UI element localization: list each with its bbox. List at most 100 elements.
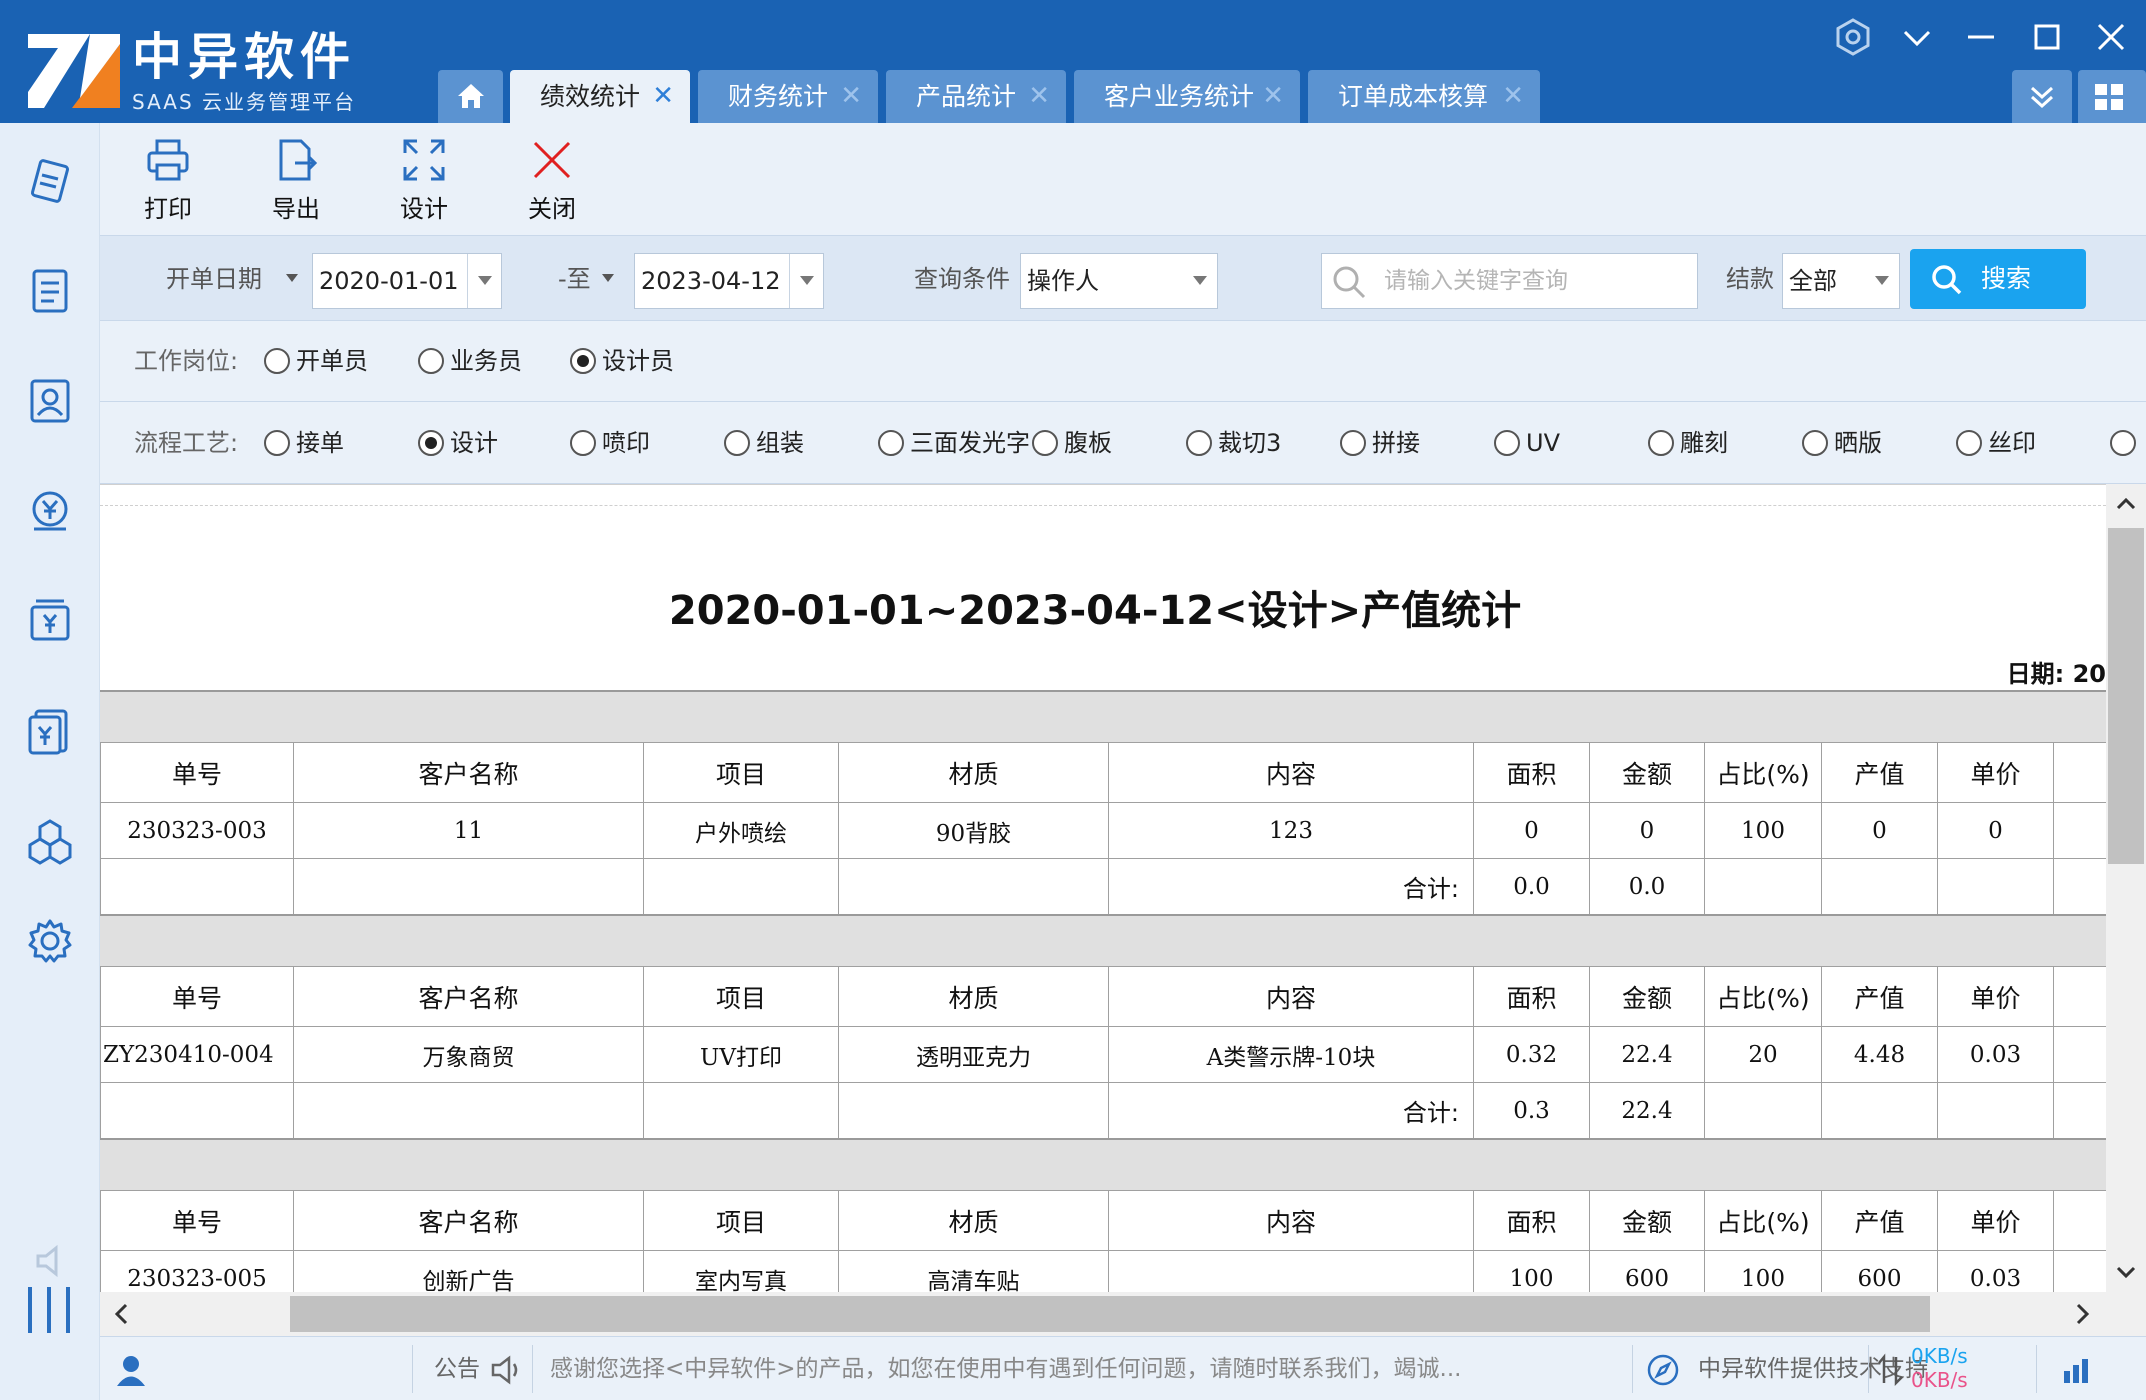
bar-stats-icon[interactable] <box>2060 1355 2094 1385</box>
horizontal-scroll-thumb[interactable] <box>290 1296 1930 1332</box>
speaker-muted-icon[interactable] <box>32 1243 72 1279</box>
tab-close-icon[interactable]: ✕ <box>1262 70 1284 123</box>
close-x-icon <box>533 141 571 179</box>
scroll-left-arrow-icon[interactable] <box>100 1292 144 1336</box>
settle-select[interactable]: 全部 <box>1782 253 1900 309</box>
product-cubes-icon[interactable] <box>24 815 76 867</box>
position-label: 工作岗位: <box>134 347 239 375</box>
list-document-icon[interactable] <box>24 265 76 317</box>
maximize-icon[interactable] <box>2024 14 2070 60</box>
scroll-up-arrow-icon[interactable] <box>2106 484 2146 524</box>
tab-close-icon[interactable]: ✕ <box>1502 70 1524 123</box>
table-row: 230323-003 11 户外喷绘 90背胶 123 0 0 100 0 0 <box>100 802 2106 859</box>
user-avatar-icon[interactable] <box>114 1353 148 1387</box>
group-band <box>100 914 2106 966</box>
horizontal-scrollbar[interactable] <box>100 1292 2146 1336</box>
report-page: 2020-01-01~2023-04-12<设计>产值统计 日期: 20 单号 … <box>100 505 2106 1292</box>
search-icon <box>1932 265 1962 295</box>
tab-label: 产品统计 <box>916 82 1017 111</box>
app-logo: 中异软件 SAAS 云业务管理平台 <box>28 28 398 114</box>
settle-dropdown-icon[interactable] <box>1865 254 1899 308</box>
printer-icon <box>147 139 189 181</box>
table-sum-row: 合计: 0.3 22.4 <box>100 1082 2106 1139</box>
tab-finance-stats[interactable]: 财务统计 ✕ <box>698 70 878 123</box>
export-button[interactable]: 导出 <box>246 137 346 233</box>
search-button[interactable]: 搜索 <box>1910 249 2086 309</box>
report-table-group-1: 单号 客户名称 项目 材质 内容 面积 金额 占比(%) 产值 单价 23032… <box>100 742 2106 915</box>
tab-product-stats[interactable]: 产品统计 ✕ <box>886 70 1066 123</box>
speaker-icon <box>491 1355 518 1385</box>
settings-hex-icon[interactable] <box>1830 14 1876 60</box>
tab-close-icon[interactable]: ✕ <box>652 70 674 123</box>
logo-mark-icon <box>28 34 120 108</box>
close-button[interactable]: 关闭 <box>502 137 602 233</box>
date-to-input[interactable]: 2023-04-12 <box>634 253 824 309</box>
search-input[interactable] <box>1384 254 1684 308</box>
grid-view-button[interactable] <box>2078 70 2146 123</box>
tab-customer-stats[interactable]: 客户业务统计 ✕ <box>1074 70 1300 123</box>
app-name: 中异软件 <box>132 28 356 86</box>
table-header-row: 单号 客户名称 项目 材质 内容 面积 金额 占比(%) 产值 单价 <box>100 1190 2106 1251</box>
network-transfer-icon <box>1878 1353 1903 1387</box>
cash-box-icon[interactable] <box>24 595 76 647</box>
to-label: -至 <box>558 265 591 293</box>
export-file-icon <box>279 139 318 181</box>
tab-order-cost[interactable]: 订单成本核算 ✕ <box>1308 70 1540 123</box>
tab-close-icon[interactable]: ✕ <box>840 70 862 123</box>
search-field[interactable] <box>1321 253 1698 309</box>
order-document-icon[interactable] <box>24 155 76 207</box>
expand-arrows-icon <box>403 139 445 181</box>
tab-performance-stats[interactable]: 绩效统计 ✕ <box>510 70 690 123</box>
home-tab[interactable] <box>438 70 503 123</box>
filter-bar: 开单日期 2020-01-01 -至 2023-04-12 查询条件 操作人 结… <box>100 235 2146 321</box>
menu-bars-icon[interactable] <box>24 1285 74 1335</box>
close-window-icon[interactable] <box>2088 14 2134 60</box>
dropdown-chevron-icon[interactable] <box>1894 14 1940 60</box>
group-band <box>100 1138 2106 1190</box>
net-upload-speed: 0KB/s <box>1911 1344 1968 1368</box>
finance-yuan-icon[interactable] <box>24 485 76 537</box>
tab-close-icon[interactable]: ✕ <box>1028 70 1050 123</box>
date-from-input[interactable]: 2020-01-01 <box>312 253 502 309</box>
grid-icon <box>2095 84 2123 110</box>
table-header-row: 单号 客户名称 项目 材质 内容 面积 金额 占比(%) 产值 单价 <box>100 966 2106 1027</box>
tab-label: 绩效统计 <box>540 82 641 111</box>
vertical-scrollbar[interactable] <box>2106 484 2146 1292</box>
table-sum-row: 合计: 0.0 0.0 <box>100 858 2106 915</box>
settle-label: 结款 <box>1726 265 1774 293</box>
print-button[interactable]: 打印 <box>118 137 218 233</box>
date-from-dropdown-icon[interactable] <box>467 254 501 308</box>
scroll-right-arrow-icon[interactable] <box>2060 1292 2104 1336</box>
minimize-icon[interactable] <box>1958 14 2004 60</box>
date-label: 开单日期 <box>166 265 262 293</box>
report-date: 日期: 20 <box>2006 660 2106 688</box>
settings-gear-icon[interactable] <box>24 915 76 967</box>
design-button[interactable]: 设计 <box>374 137 474 233</box>
date-to-dropdown-icon[interactable] <box>789 254 823 308</box>
table-row: 230323-005 创新广告 室内写真 高清车贴 100 600 100 60… <box>100 1250 2106 1292</box>
app-subtitle: SAAS 云业务管理平台 <box>132 90 357 114</box>
date-type-dropdown-icon[interactable] <box>286 274 298 282</box>
bill-yuan-icon[interactable] <box>24 705 76 757</box>
scroll-down-arrow-icon[interactable] <box>2106 1252 2146 1292</box>
tab-label: 客户业务统计 <box>1104 82 1255 111</box>
position-row: 工作岗位: 开单员 业务员 设计员 <box>100 321 2146 402</box>
group-band <box>100 690 2106 742</box>
range-dropdown-icon[interactable] <box>602 274 614 282</box>
vertical-scroll-thumb[interactable] <box>2108 528 2144 864</box>
table-row: ZY230410-004 万象商贸 UV打印 透明亚克力 A类警示牌-10块 0… <box>100 1026 2106 1083</box>
net-download-speed: 0KB/s <box>1911 1368 1968 1392</box>
double-chevron-down-icon <box>2030 86 2054 109</box>
search-icon <box>1333 266 1366 299</box>
table-header-row: 单号 客户名称 项目 材质 内容 面积 金额 占比(%) 产值 单价 <box>100 742 2106 803</box>
report-viewer: 2020-01-01~2023-04-12<设计>产值统计 日期: 20 单号 … <box>100 484 2106 1292</box>
process-label: 流程工艺: <box>134 429 239 457</box>
notice-marquee-text: 感谢您选择<中异软件>的产品，如您在使用中有遇到任何问题，请随时联系我们，竭诚.… <box>550 1356 1462 1382</box>
notice-label: 公告 <box>434 1356 480 1382</box>
tab-list-button[interactable] <box>2012 70 2072 123</box>
status-bar: 公告 感谢您选择<中异软件>的产品，如您在使用中有遇到任何问题，请随时联系我们，… <box>100 1336 2146 1400</box>
query-condition-select[interactable]: 操作人 <box>1020 253 1218 309</box>
toolbar: 打印 导出 设计 关闭 <box>100 123 2146 235</box>
query-dropdown-icon[interactable] <box>1183 254 1217 308</box>
contact-card-icon[interactable] <box>24 375 76 427</box>
